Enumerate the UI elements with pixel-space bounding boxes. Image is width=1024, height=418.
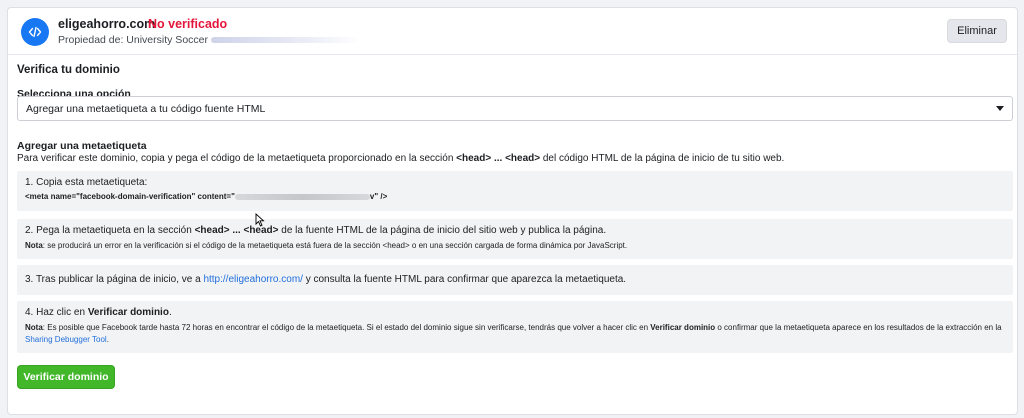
verify-domain-button[interactable]: Verificar dominio bbox=[17, 365, 115, 389]
step-2-head-tags: <head> ... <head> bbox=[194, 225, 279, 236]
meta-tag-code[interactable]: <meta name="facebook-domain-verification… bbox=[25, 192, 1005, 201]
note-label: Nota bbox=[25, 241, 43, 250]
select-value: Agregar una metaetiqueta a tu código fue… bbox=[26, 103, 266, 115]
domain-card: eligeahorro.com No verificado Propiedad … bbox=[7, 7, 1018, 415]
step-3-text-end: y consulta la fuente HTML para confirmar… bbox=[302, 274, 627, 285]
meta-desc-head-tags: <head> ... <head> bbox=[456, 153, 541, 164]
step-4: 4. Haz clic en Verificar dominio. Nota: … bbox=[17, 301, 1013, 353]
mouse-cursor-icon bbox=[255, 213, 265, 227]
redacted-code bbox=[234, 193, 370, 200]
step-4-text-end: . bbox=[168, 307, 172, 318]
step-4-bold: Verificar dominio bbox=[87, 307, 169, 318]
delete-button[interactable]: Eliminar bbox=[947, 19, 1007, 43]
note-text-2: o confirmar que la metaetiqueta aparece … bbox=[715, 323, 1002, 332]
step-3: 3. Tras publicar la página de inicio, ve… bbox=[17, 265, 1013, 295]
step-1: 1. Copia esta metaetiqueta: <meta name="… bbox=[17, 171, 1013, 211]
section-title: Verifica tu dominio bbox=[17, 64, 120, 76]
note-text: : se producirá un error en la verificaci… bbox=[42, 241, 628, 250]
note-bold: Verificar dominio bbox=[650, 323, 716, 332]
step-2-text: 2. Pega la metaetiqueta en la sección <h… bbox=[25, 225, 1005, 236]
redacted-owner bbox=[211, 37, 361, 44]
step-4-text-start: 4. Haz clic en bbox=[25, 307, 88, 318]
step-4-note: Nota: Es posible que Facebook tarde hast… bbox=[25, 322, 1005, 346]
meta-desc-text: Para verificar este dominio, copia y peg… bbox=[17, 153, 457, 164]
meta-desc-text-end: del código HTML de la página de inicio d… bbox=[540, 153, 785, 164]
step-2-text-start: 2. Pega la metaetiqueta en la sección bbox=[25, 225, 195, 236]
domain-name: eligeahorro.com bbox=[58, 17, 156, 31]
meta-section-title: Agregar una metaetiqueta bbox=[17, 140, 147, 152]
status-badge: No verificado bbox=[148, 17, 228, 31]
homepage-link[interactable]: http://eligeahorro.com/ bbox=[203, 274, 303, 285]
owner-line: Propiedad de: University Soccer bbox=[58, 34, 361, 46]
step-3-text: 3. Tras publicar la página de inicio, ve… bbox=[25, 274, 1005, 285]
note-text-3: . bbox=[106, 335, 109, 344]
step-2-text-end: de la fuente HTML de la página de inicio… bbox=[278, 225, 607, 236]
meta-code-prefix: <meta name="facebook-domain-verification… bbox=[25, 192, 235, 201]
verification-method-select[interactable]: Agregar una metaetiqueta a tu código fue… bbox=[17, 96, 1013, 121]
owner-label: Propiedad de: University Soccer bbox=[58, 34, 208, 46]
step-4-text: 4. Haz clic en Verificar dominio. bbox=[25, 307, 1005, 318]
note-text-1: : Es posible que Facebook tarde hasta 72… bbox=[42, 323, 651, 332]
step-3-text-start: 3. Tras publicar la página de inicio, ve… bbox=[25, 274, 204, 285]
code-icon bbox=[21, 18, 49, 46]
sharing-debugger-link[interactable]: Sharing Debugger Tool bbox=[25, 335, 107, 344]
domain-header: eligeahorro.com No verificado Propiedad … bbox=[8, 8, 1017, 55]
meta-description: Para verificar este dominio, copia y peg… bbox=[17, 153, 784, 164]
step-2-note: Nota: se producirá un error en la verifi… bbox=[25, 240, 1005, 252]
caret-down-icon bbox=[996, 106, 1004, 111]
meta-code-suffix: v" /> bbox=[369, 192, 388, 201]
step-2: 2. Pega la metaetiqueta en la sección <h… bbox=[17, 219, 1013, 259]
step-1-label: 1. Copia esta metaetiqueta: bbox=[25, 177, 148, 188]
note-label: Nota bbox=[25, 323, 43, 332]
